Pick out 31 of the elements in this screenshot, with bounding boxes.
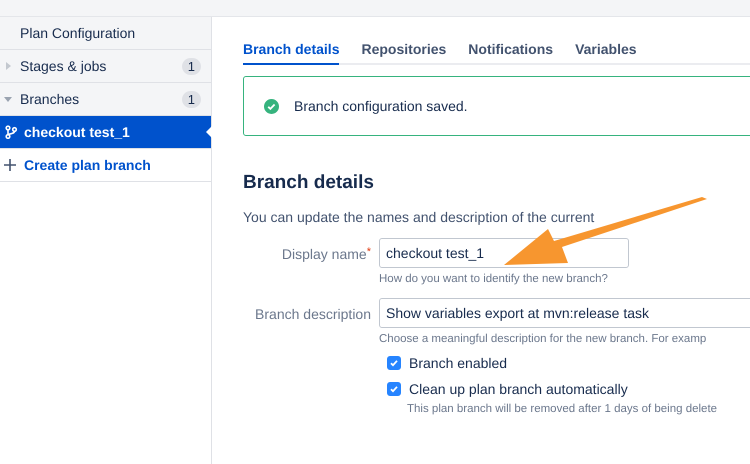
section-description: You can update the names and description of the current (243, 209, 596, 225)
plus-icon (4, 159, 16, 171)
sidebar-item[interactable]: Branches 1 (0, 83, 211, 116)
tab[interactable]: Repositories (361, 41, 446, 65)
text-field[interactable]: Show variables export at mvn:release task (379, 298, 750, 328)
required-mark: * (366, 246, 371, 258)
expand-icon (4, 95, 12, 103)
alert-message: Branch configuration saved. (294, 98, 468, 114)
checkbox[interactable] (387, 356, 401, 370)
checkbox-label: Clean up plan branch automatically (409, 381, 628, 397)
count-badge: 1 (182, 90, 201, 108)
help-text: This plan branch will be removed after 1 days of being delete (407, 403, 718, 415)
help-text: Choose a meaningful description for the new branch. For examp (379, 333, 708, 345)
field-label: Branch description (255, 306, 371, 322)
checkbox-label: Branch enabled (409, 355, 508, 371)
sidebar-item[interactable]: Stages & jobs 1 (0, 50, 211, 83)
tab[interactable]: Notifications (468, 41, 554, 65)
checkmark-icon (389, 384, 399, 394)
count-badge: 1 (182, 58, 201, 74)
check-circle-icon (264, 98, 279, 114)
help-text: How do you want to identify the new branch? (379, 273, 609, 285)
tab[interactable]: Variables (575, 41, 637, 65)
checkmark-icon (389, 358, 399, 368)
section-heading: Branch details (243, 172, 375, 194)
field-label: Display name (282, 246, 367, 262)
sidebar-title: Plan Configuration (20, 25, 136, 41)
sidebar-item[interactable]: checkout test_1 (0, 116, 211, 149)
branch-icon (4, 125, 18, 139)
tab[interactable]: Branch details (243, 41, 340, 65)
checkbox[interactable] (387, 382, 401, 396)
expand-icon (4, 62, 12, 70)
